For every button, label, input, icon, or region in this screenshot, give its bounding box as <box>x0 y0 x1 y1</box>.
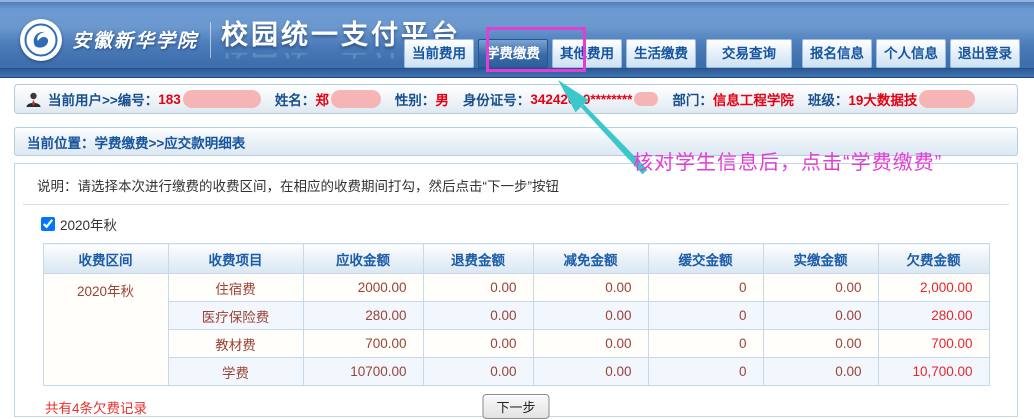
next-step-button[interactable]: 下一步 <box>482 394 549 419</box>
field-student-id: 编号： 183 <box>118 89 261 109</box>
field-gender: 性别： 男 <box>395 89 449 109</box>
cell-item: 住宿费 <box>168 274 303 302</box>
cell-waiver: 0.00 <box>533 358 648 386</box>
cell-defer: 0 <box>648 358 763 386</box>
cell-paid: 0.00 <box>763 302 878 330</box>
brand-area: 安徽新华学院 校园统一支付平台 校园统一支付平台 <box>20 13 461 66</box>
period-checkbox-label: 2020年秋 <box>60 214 117 234</box>
annotation-text: 核对学生信息后，点击“学费缴费” <box>633 146 942 175</box>
cell-paid: 0.00 <box>763 358 878 386</box>
tab-logout[interactable]: 退出登录 <box>950 39 1020 68</box>
header-waiver: 减免金额 <box>533 244 648 274</box>
header-bottom-strip <box>0 68 1034 78</box>
content-panel: 说明：请选择本次进行缴费的收费区间，在相应的收费期间打勾，然后点击“下一步”按钮… <box>14 163 1018 417</box>
cell-item: 教材费 <box>168 330 303 358</box>
redaction-mark <box>331 90 381 108</box>
table-row: 2020年秋 住宿费 2000.00 0.00 0.00 0 0.00 2,00… <box>43 274 989 302</box>
app-header: 安徽新华学院 校园统一支付平台 校园统一支付平台 当前费用 学费缴费 其他费用 … <box>0 0 1034 78</box>
cell-defer: 0 <box>648 330 763 358</box>
cell-due: 2000.00 <box>303 274 423 302</box>
cell-item: 医疗保险费 <box>168 302 303 330</box>
table-header-row: 收费区间 收费项目 应收金额 退费金额 减免金额 缓交金额 实缴金额 欠费金额 <box>43 244 989 274</box>
cell-refund: 0.00 <box>423 330 533 358</box>
tab-transaction-query[interactable]: 交易查询 <box>706 39 792 68</box>
field-id-number: 身份证号： 34242620******** <box>463 89 659 109</box>
arrears-summary: 共有4条欠费记录 <box>45 397 147 417</box>
header-refund: 退费金额 <box>423 244 533 274</box>
field-department: 部门： 信息工程学院 <box>672 89 794 109</box>
cell-refund: 0.00 <box>423 302 533 330</box>
table-row: 学费 10700.00 0.00 0.00 0 0.00 10,700.00 <box>43 358 989 386</box>
header-item: 收费项目 <box>168 244 303 274</box>
cell-item: 学费 <box>168 358 303 386</box>
cell-defer: 0 <box>648 274 763 302</box>
cell-owed: 10,700.00 <box>878 358 989 386</box>
header-paid: 实缴金额 <box>763 244 878 274</box>
cell-waiver: 0.00 <box>533 274 648 302</box>
cell-refund: 0.00 <box>423 274 533 302</box>
cell-refund: 0.00 <box>423 358 533 386</box>
table-row: 医疗保险费 280.00 0.00 0.00 0 0.00 280.00 <box>43 302 989 330</box>
tab-living-payment[interactable]: 生活缴费 <box>626 39 696 68</box>
redaction-mark <box>183 90 261 108</box>
cell-due: 700.00 <box>303 330 423 358</box>
main-nav: 当前费用 学费缴费 其他费用 生活缴费 交易查询 报名信息 个人信息 退出登录 <box>400 39 1020 68</box>
school-logo-icon <box>20 19 62 61</box>
period-checkbox-row: 2020年秋 <box>15 205 1017 234</box>
school-name: 安徽新华学院 <box>72 26 198 53</box>
tab-current-fees[interactable]: 当前费用 <box>404 39 474 68</box>
user-bar-prefix: 当前用户>> <box>48 89 118 109</box>
tab-registration-info[interactable]: 报名信息 <box>802 39 872 68</box>
cell-period: 2020年秋 <box>43 274 168 386</box>
tab-personal-info[interactable]: 个人信息 <box>876 39 946 68</box>
header-owed: 欠费金额 <box>878 244 989 274</box>
cell-owed: 280.00 <box>878 302 989 330</box>
table-row: 教材费 700.00 0.00 0.00 0 0.00 700.00 <box>43 330 989 358</box>
tab-other-fees[interactable]: 其他费用 <box>552 39 622 68</box>
cell-defer: 0 <box>648 302 763 330</box>
redaction-mark <box>919 90 975 108</box>
cell-waiver: 0.00 <box>533 302 648 330</box>
cell-due: 280.00 <box>303 302 423 330</box>
header-defer: 缓交金额 <box>648 244 763 274</box>
period-checkbox[interactable] <box>41 217 55 231</box>
header-period: 收费区间 <box>43 244 168 274</box>
tab-tuition-payment[interactable]: 学费缴费 <box>478 39 548 68</box>
cell-owed: 2,000.00 <box>878 274 989 302</box>
cell-paid: 0.00 <box>763 274 878 302</box>
redaction-mark <box>634 92 658 106</box>
cell-waiver: 0.00 <box>533 330 648 358</box>
table-footer-row: 共有4条欠费记录 下一步 <box>15 394 1017 418</box>
brand-divider <box>210 22 211 58</box>
cell-due: 10700.00 <box>303 358 423 386</box>
field-class: 班级： 19大数据技 <box>808 89 976 109</box>
fee-table: 收费区间 收费项目 应收金额 退费金额 减免金额 缓交金额 实缴金额 欠费金额 … <box>43 243 990 386</box>
user-icon <box>25 91 42 108</box>
cell-paid: 0.00 <box>763 330 878 358</box>
user-info-bar: 当前用户>> 编号： 183 姓名： 郑 性别： 男 身份证号： 3424262… <box>14 84 1018 114</box>
cell-owed: 700.00 <box>878 330 989 358</box>
field-name: 姓名： 郑 <box>275 89 381 109</box>
header-due: 应收金额 <box>303 244 423 274</box>
